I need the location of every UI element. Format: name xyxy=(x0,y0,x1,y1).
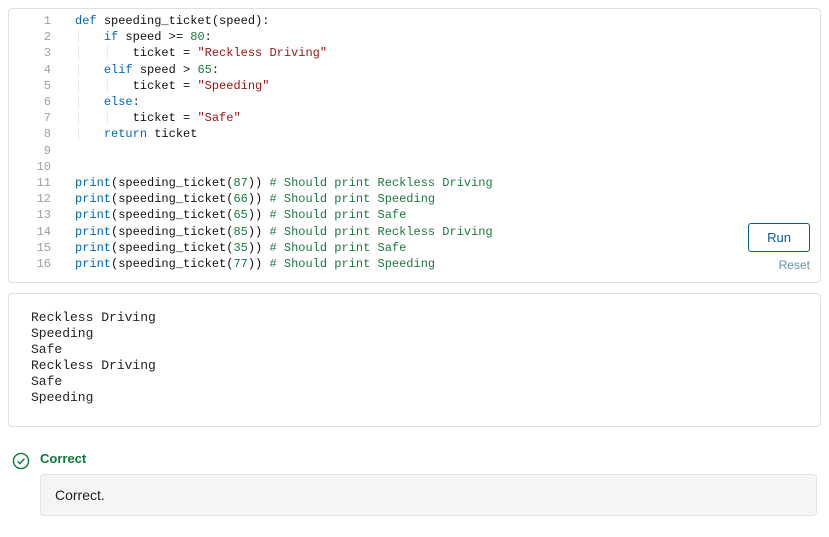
code-line[interactable]: 16print(speeding_ticket(77)) # Should pr… xyxy=(9,256,820,272)
output-panel: Reckless DrivingSpeedingSafeReckless Dri… xyxy=(8,293,821,427)
code-line[interactable]: 12print(speeding_ticket(66)) # Should pr… xyxy=(9,191,820,207)
code-line[interactable]: 3│ │ ticket = "Reckless Driving" xyxy=(9,45,820,61)
output-line: Speeding xyxy=(31,390,798,406)
code-text[interactable]: print(speeding_ticket(66)) # Should prin… xyxy=(75,191,820,207)
code-text[interactable]: │ │ ticket = "Reckless Driving" xyxy=(75,45,820,61)
run-button[interactable]: Run xyxy=(748,223,810,252)
line-number: 8 xyxy=(9,126,71,142)
code-line[interactable]: 6│ else: xyxy=(9,94,820,110)
code-line[interactable]: 7│ │ ticket = "Safe" xyxy=(9,110,820,126)
line-number: 13 xyxy=(9,207,71,223)
feedback-body: Correct Correct. xyxy=(40,451,817,516)
code-line[interactable]: 5│ │ ticket = "Speeding" xyxy=(9,78,820,94)
line-number: 5 xyxy=(9,78,71,94)
code-text[interactable]: print(speeding_ticket(85)) # Should prin… xyxy=(75,224,820,240)
line-number: 7 xyxy=(9,110,71,126)
code-text[interactable]: print(speeding_ticket(65)) # Should prin… xyxy=(75,207,820,223)
output-line: Reckless Driving xyxy=(31,310,798,326)
line-number: 16 xyxy=(9,256,71,272)
code-line[interactable]: 9 xyxy=(9,143,820,159)
output-line: Safe xyxy=(31,374,798,390)
line-number: 2 xyxy=(9,29,71,45)
code-text[interactable]: │ if speed >= 80: xyxy=(75,29,820,45)
reset-link[interactable]: Reset xyxy=(779,258,810,272)
code-line[interactable]: 13print(speeding_ticket(65)) # Should pr… xyxy=(9,207,820,223)
editor-actions: Run Reset xyxy=(748,223,810,272)
line-number: 14 xyxy=(9,224,71,240)
code-text[interactable]: │ │ ticket = "Safe" xyxy=(75,110,820,126)
code-text[interactable]: print(speeding_ticket(35)) # Should prin… xyxy=(75,240,820,256)
code-text[interactable]: │ return ticket xyxy=(75,126,820,142)
line-number: 1 xyxy=(9,13,71,29)
feedback-message: Correct. xyxy=(40,474,817,516)
feedback-title: Correct xyxy=(40,451,817,466)
output-line: Safe xyxy=(31,342,798,358)
code-line[interactable]: 1def speeding_ticket(speed): xyxy=(9,13,820,29)
code-text[interactable]: def speeding_ticket(speed): xyxy=(75,13,820,29)
code-text[interactable]: │ else: xyxy=(75,94,820,110)
code-text[interactable] xyxy=(75,159,820,175)
code-line[interactable]: 4│ elif speed > 65: xyxy=(9,62,820,78)
line-number: 15 xyxy=(9,240,71,256)
code-line[interactable]: 14print(speeding_ticket(85)) # Should pr… xyxy=(9,224,820,240)
line-number: 3 xyxy=(9,45,71,61)
code-text[interactable]: print(speeding_ticket(87)) # Should prin… xyxy=(75,175,820,191)
code-text[interactable]: print(speeding_ticket(77)) # Should prin… xyxy=(75,256,820,272)
code-text[interactable] xyxy=(75,143,820,159)
line-number: 4 xyxy=(9,62,71,78)
check-circle-icon xyxy=(12,452,30,470)
line-number: 11 xyxy=(9,175,71,191)
line-number: 6 xyxy=(9,94,71,110)
feedback-row: Correct Correct. xyxy=(8,451,821,516)
line-number: 10 xyxy=(9,159,71,175)
code-editor[interactable]: 1def speeding_ticket(speed):2│ if speed … xyxy=(9,9,820,272)
code-text[interactable]: │ elif speed > 65: xyxy=(75,62,820,78)
line-number: 9 xyxy=(9,143,71,159)
code-editor-panel: 1def speeding_ticket(speed):2│ if speed … xyxy=(8,8,821,283)
line-number: 12 xyxy=(9,191,71,207)
code-line[interactable]: 11print(speeding_ticket(87)) # Should pr… xyxy=(9,175,820,191)
output-line: Speeding xyxy=(31,326,798,342)
code-line[interactable]: 2│ if speed >= 80: xyxy=(9,29,820,45)
code-line[interactable]: 15print(speeding_ticket(35)) # Should pr… xyxy=(9,240,820,256)
code-text[interactable]: │ │ ticket = "Speeding" xyxy=(75,78,820,94)
output-line: Reckless Driving xyxy=(31,358,798,374)
code-line[interactable]: 8│ return ticket xyxy=(9,126,820,142)
code-line[interactable]: 10 xyxy=(9,159,820,175)
